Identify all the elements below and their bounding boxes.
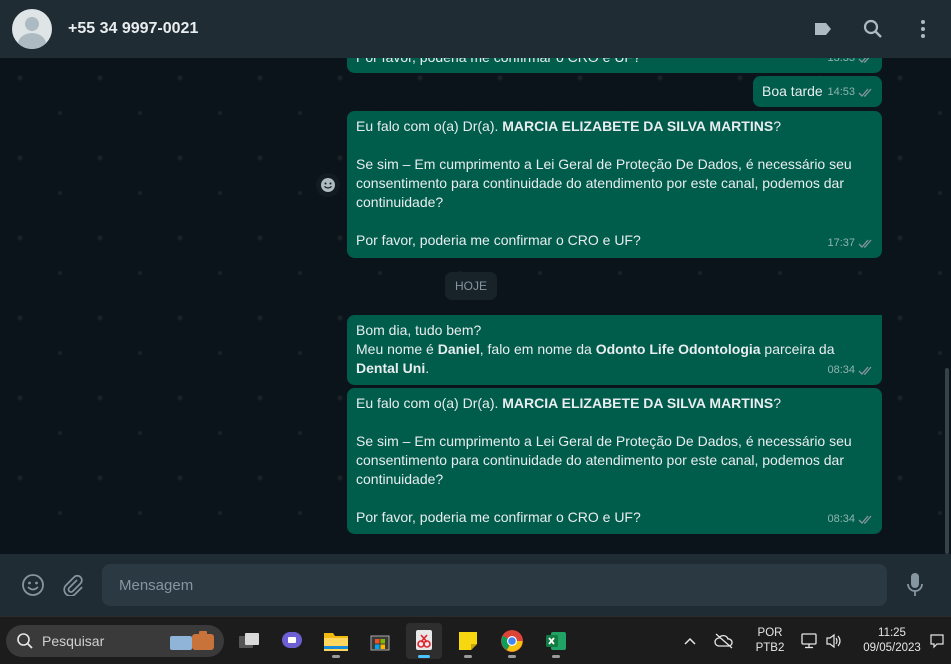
message-bubble[interactable]: Eu falo com o(a) Dr(a). MARCIA ELIZABETE… [347,111,882,258]
excel-icon[interactable] [538,623,574,659]
read-ticks-icon [858,515,872,524]
chrome-icon[interactable] [494,623,530,659]
message-bubble[interactable]: Por favor, poderia me confirmar o CRO e … [347,58,882,73]
running-indicator [508,655,516,658]
search-highlight-icon [170,631,214,650]
notification-icon[interactable] [928,633,946,649]
message-greeting: Bom dia, tudo bem? [356,322,482,338]
contact-avatar[interactable] [12,9,52,49]
composer [0,554,951,616]
running-indicator [332,655,340,658]
search-icon[interactable] [861,17,885,41]
sticky-notes-icon[interactable] [450,623,486,659]
clock[interactable]: 11:25 09/05/2023 [860,626,924,656]
message-closing: Por favor, poderia me confirmar o CRO e … [356,509,641,525]
message-body: Se sim – Em cumprimento a Lei Geral de P… [356,433,856,487]
read-ticks-icon [858,58,870,63]
network-icon[interactable] [800,633,820,649]
message-time: 08:34 [827,513,855,525]
snipping-tool-icon[interactable] [406,623,442,659]
microphone-icon[interactable] [898,568,932,602]
attach-icon[interactable] [56,568,90,602]
store-icon[interactable] [362,623,398,659]
message-text: Meu nome é Daniel, falo em nome da Odont… [356,341,839,376]
running-indicator [552,655,560,658]
task-view-icon[interactable] [231,623,267,659]
chat-area[interactable]: Por favor, poderia me confirmar o CRO e … [0,58,951,554]
search-label: Pesquisar [42,633,105,649]
read-ticks-icon [858,366,872,375]
chat-scrollbar[interactable] [945,368,949,554]
message-text: Por favor, poderia me confirmar o CRO e … [356,58,873,67]
chat-header: +55 34 9997-0021 [0,0,951,58]
message-body: Se sim – Em cumprimento a Lei Geral de P… [356,156,856,210]
menu-icon[interactable] [911,17,935,41]
read-ticks-icon [858,239,872,248]
volume-icon[interactable] [824,633,844,649]
message-time: 08:34 [827,364,855,376]
clock-time: 11:25 [878,627,906,639]
file-explorer-icon[interactable] [318,623,354,659]
windows-taskbar: Pesquisar POR PTB2 11:25 09/05/2023 [0,616,951,664]
message-input[interactable] [102,564,887,606]
message-text: Eu falo com o(a) Dr(a). MARCIA ELIZABETE… [356,118,781,134]
react-emoji-icon[interactable] [316,173,340,197]
message-bubble[interactable]: Eu falo com o(a) Dr(a). MARCIA ELIZABETE… [347,388,882,534]
chevron-up-icon[interactable] [680,637,700,645]
message-time: 14:53 [827,86,855,98]
search-icon [17,633,33,649]
language-indicator[interactable]: POR PTB2 [750,626,790,656]
cloud-offline-icon[interactable] [710,633,738,649]
teams-chat-icon[interactable] [274,623,310,659]
emoji-icon[interactable] [16,568,50,602]
active-indicator [418,655,430,658]
message-text: Eu falo com o(a) Dr(a). MARCIA ELIZABETE… [356,395,781,411]
day-separator: HOJE [445,272,497,300]
running-indicator [464,655,472,658]
message-bubble[interactable]: Bom dia, tudo bem? Meu nome é Daniel, fa… [347,315,882,385]
message-closing: Por favor, poderia me confirmar o CRO e … [356,232,641,248]
contact-name[interactable]: +55 34 9997-0021 [68,20,198,38]
clock-date: 09/05/2023 [863,642,921,654]
read-ticks-icon [858,88,872,97]
taskbar-search[interactable]: Pesquisar [6,625,224,657]
message-time: 13:33 [827,58,855,64]
message-time: 17:37 [827,237,855,249]
message-bubble[interactable]: Boa tarde 14:53 [753,76,882,107]
label-icon[interactable] [811,17,835,41]
